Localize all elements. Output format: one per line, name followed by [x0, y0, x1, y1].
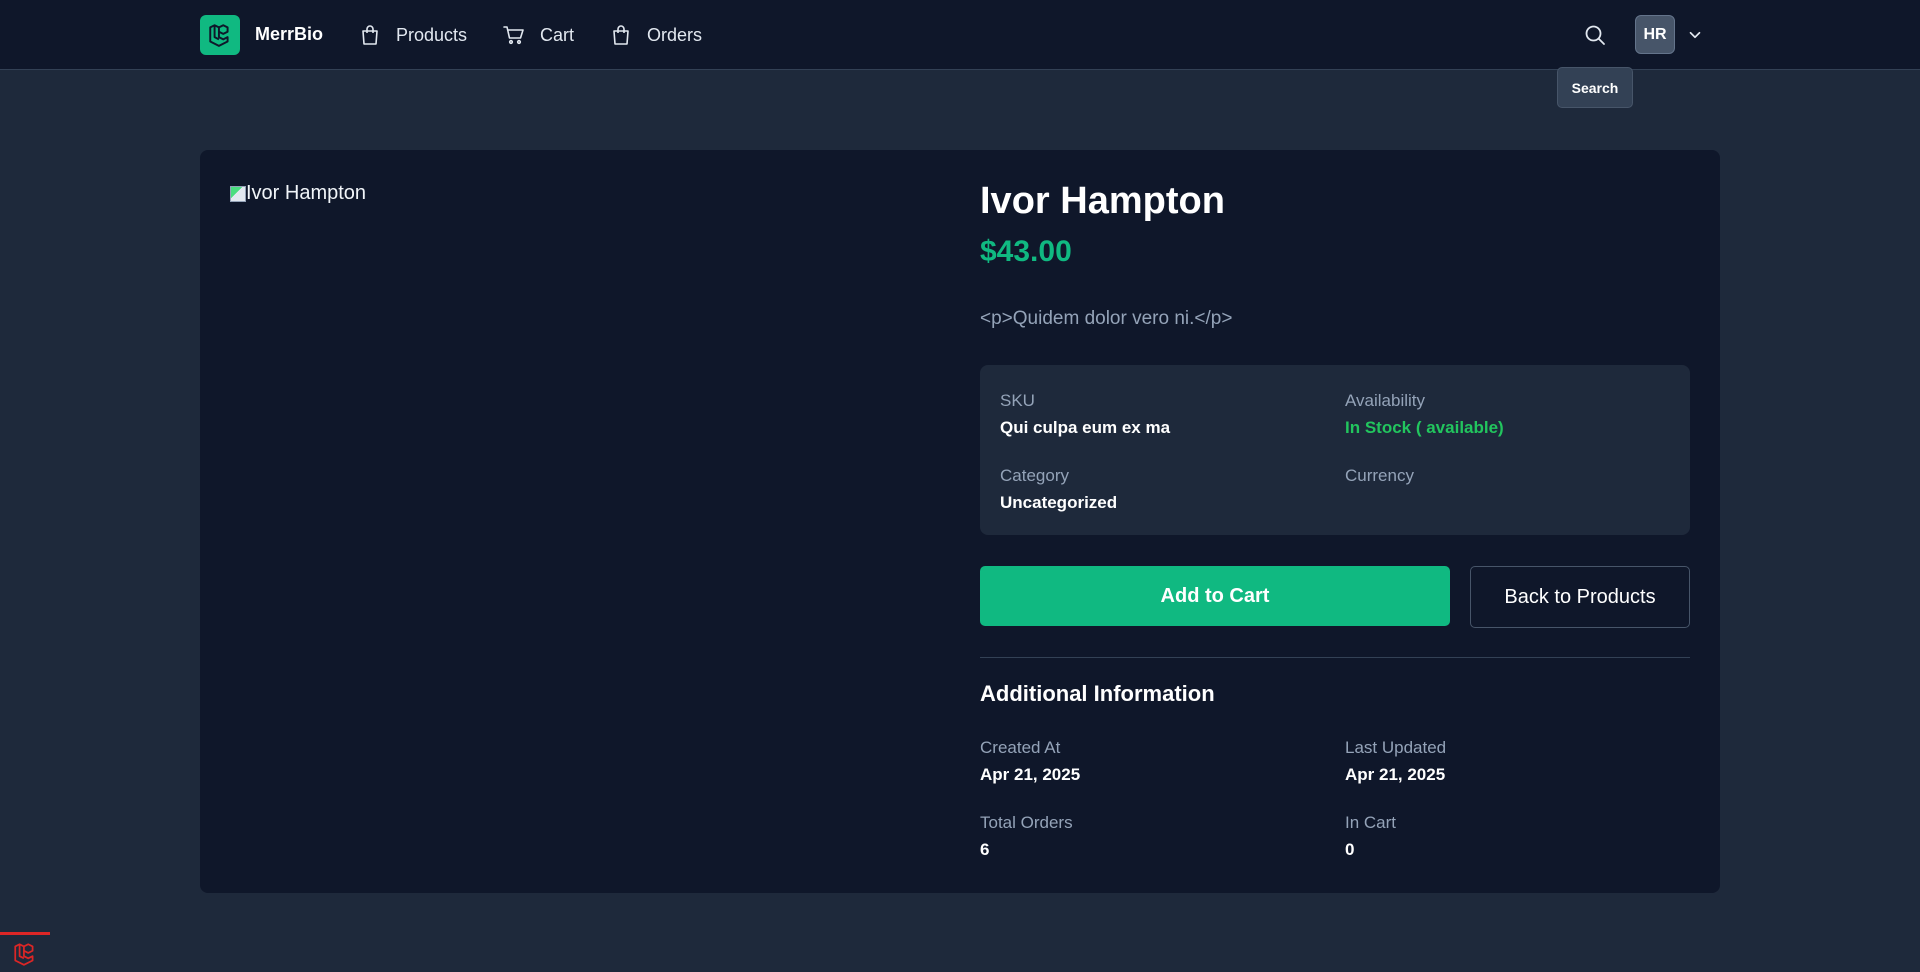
user-avatar[interactable]: HR	[1635, 15, 1675, 54]
nav-link-label: Orders	[647, 24, 703, 45]
nav-link-products[interactable]: Products	[358, 20, 467, 50]
shopping-bag-icon	[613, 25, 629, 45]
last-updated-label: Last Updated	[1345, 738, 1447, 757]
availability-label: Availability	[1345, 391, 1426, 410]
laravel-logo-icon	[209, 24, 229, 47]
search-button[interactable]	[1580, 20, 1610, 50]
nav-link-orders[interactable]: Orders	[609, 20, 702, 50]
created-at-label: Created At	[980, 738, 1061, 757]
category-label: Category	[1000, 466, 1069, 485]
brand-logo[interactable]	[200, 15, 240, 55]
availability-value: In Stock ( available)	[1345, 418, 1504, 437]
additional-info-title: Additional Information	[980, 681, 1215, 706]
broken-image-icon	[230, 185, 246, 202]
nav-link-cart[interactable]: Cart	[502, 20, 574, 50]
chevron-down-icon[interactable]	[1686, 26, 1704, 44]
sku-label: SKU	[1000, 391, 1035, 410]
nav-link-label: Products	[396, 24, 468, 45]
add-to-cart-button[interactable]: Add to Cart	[980, 566, 1450, 626]
currency-label: Currency	[1345, 466, 1414, 485]
product-image-alt: Ivor Hampton	[246, 182, 367, 204]
brand-name[interactable]: MerrBio	[255, 24, 323, 45]
product-image: Ivor Hampton	[230, 182, 366, 205]
in-cart-label: In Cart	[1345, 813, 1397, 832]
top-navbar: MerrBio Products Cart Orders HR	[0, 0, 1920, 70]
back-to-products-button[interactable]: Back to Products	[1470, 566, 1690, 628]
product-card: Ivor Hampton Ivor Hampton $43.00 <p>Quid…	[200, 150, 1720, 893]
search-tooltip: Search	[1557, 67, 1633, 108]
total-orders-label: Total Orders	[980, 813, 1073, 832]
search-icon	[1585, 25, 1605, 45]
product-details-panel: SKU Qui culpa eum ex ma Availability In …	[980, 365, 1690, 535]
in-cart-value: 0	[1345, 840, 1355, 859]
category-value: Uncategorized	[1000, 493, 1118, 512]
product-price: $43.00	[980, 235, 1072, 268]
shopping-bag-icon	[362, 25, 378, 45]
product-description: <p>Quidem dolor vero ni.</p>	[980, 308, 1233, 329]
debugbar-toggle[interactable]	[0, 932, 50, 972]
sku-value: Qui culpa eum ex ma	[1000, 418, 1171, 437]
section-divider	[980, 657, 1690, 658]
total-orders-value: 6	[980, 840, 990, 859]
cart-icon	[503, 26, 524, 45]
laravel-logo-icon	[14, 942, 34, 966]
created-at-value: Apr 21, 2025	[980, 765, 1081, 784]
nav-link-label: Cart	[540, 24, 575, 45]
product-title: Ivor Hampton	[980, 180, 1225, 222]
last-updated-value: Apr 21, 2025	[1345, 765, 1446, 784]
